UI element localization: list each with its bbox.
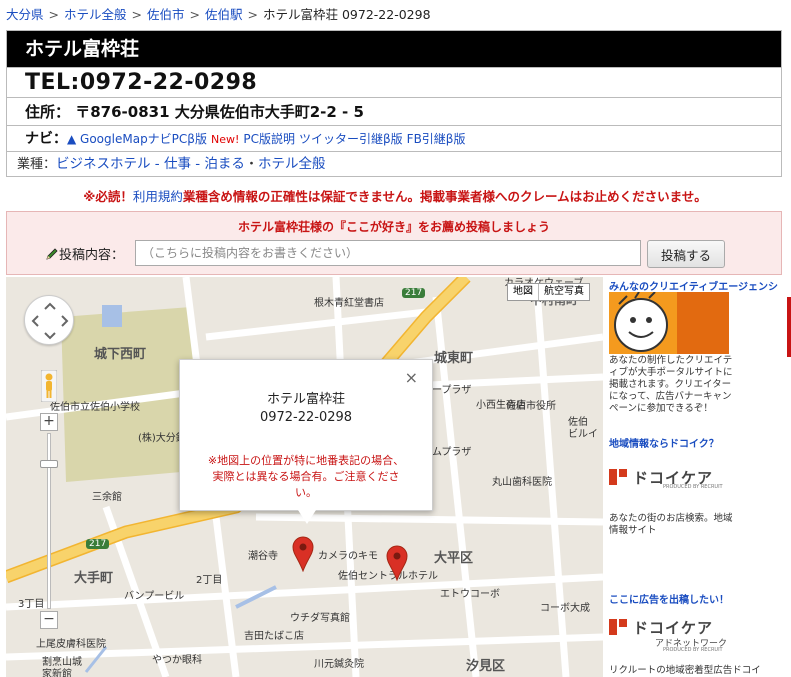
map-label: 2丁目: [196, 575, 223, 586]
post-label: 投稿内容：: [59, 248, 125, 263]
disclaimer-prefix: ※必読！: [83, 189, 133, 204]
map-label: 城東町: [434, 351, 474, 366]
facebook-link[interactable]: FB引継β版: [407, 132, 466, 146]
dokoiku-logo[interactable]: ドコイケア PRODUCED BY RECRUIT: [609, 467, 739, 493]
submit-post-button[interactable]: 投稿する: [647, 240, 725, 268]
street-view-pegman-icon[interactable]: [41, 370, 57, 402]
close-icon[interactable]: ×: [405, 368, 418, 387]
ad-dokoiku-title[interactable]: 地域情報ならドコイク？: [609, 435, 719, 450]
map-label: 川元鍼灸院: [314, 659, 364, 670]
map-label: 城下西町: [94, 347, 147, 362]
zoom-out-button[interactable]: −: [40, 611, 58, 629]
twitter-link[interactable]: ツイッター引継β版: [299, 132, 403, 146]
dokoiku-logo-icon: [609, 619, 627, 635]
pencil-icon: [46, 248, 58, 260]
post-heading: ホテル富枠荘様の『ここが好き』をお薦め投稿しましょう: [237, 220, 550, 234]
navi-row: ナビ：▲ GoogleMapナビPCβ版 New! PC版説明 ツイッター引継β版 FB…: [7, 125, 781, 151]
post-content-input[interactable]: [135, 240, 641, 266]
zoom-in-button[interactable]: +: [40, 413, 58, 431]
category-business-hotel-link[interactable]: ビジネスホテル - 仕事 - 泊まる: [56, 156, 245, 172]
map-label: エトウコーボ: [440, 589, 500, 600]
ad-creative-agency-title[interactable]: みんなのクリエイティブエージェンシ: [609, 278, 778, 293]
address: 住所： 〒876-0831 大分県佐伯市大手町2-2 - 5: [7, 97, 781, 125]
map-type-control: 地図 航空写真: [507, 283, 590, 301]
category-label: 業種：: [17, 157, 57, 172]
breadcrumb-link-hotel[interactable]: ホテル全般: [64, 7, 127, 22]
map-label: 佐伯市立佐伯小学校: [50, 402, 140, 413]
route-shield: 217: [402, 288, 426, 298]
breadcrumb-current: ホテル富枠荘 0972-22-0298: [263, 7, 431, 22]
sidebar-ads: みんなのクリエイティブエージェンシ あなたの制作したクリエイティブが大手ポータル…: [606, 277, 791, 677]
map-label: 三余館: [92, 492, 122, 503]
category-row: 業種：ビジネスホテル - 仕事 - 泊まる・ホテル全般: [7, 151, 781, 176]
map-label: 佐伯市役所: [506, 401, 556, 412]
route-shield: 217: [86, 539, 110, 549]
page-title: ホテル富枠荘: [7, 31, 781, 67]
phone-number: TEL:0972-22-0298: [7, 67, 781, 97]
ad-dokoiku-text: あなたの街のお店検索。地域情報サイト: [609, 513, 733, 536]
map-info-window: × ホテル富枠荘 0972-22-0298 ※地図上の位置が特に地番表記の場合、…: [179, 359, 433, 524]
breadcrumb-link-saiki-city[interactable]: 佐伯市: [147, 7, 185, 22]
map-type-satellite-button[interactable]: 航空写真: [538, 284, 589, 300]
map-label: ウチダ写真館: [290, 613, 350, 624]
map-label: バンプービル: [124, 591, 185, 602]
map-label: カメラのキモ: [318, 551, 378, 562]
zoom-control: + −: [40, 413, 58, 633]
post-form: ホテル富枠荘様の『ここが好き』をお薦め投稿しましょう 投稿内容： 投稿する: [6, 211, 782, 275]
google-map-navi-link[interactable]: ▲ GoogleMapナビPCβ版: [67, 132, 207, 146]
map-pin-icon[interactable]: [292, 536, 314, 572]
category-separator: ・: [244, 157, 258, 172]
creative-agency-banner-image[interactable]: [609, 292, 729, 354]
breadcrumb-separator: >: [48, 7, 59, 22]
map-label: 大平区: [434, 551, 474, 566]
map-label: やつか眼科: [152, 655, 202, 666]
ad-publish-title[interactable]: ここに広告を出稿したい！: [609, 591, 729, 606]
breadcrumb-link-saiki-station[interactable]: 佐伯駅: [205, 7, 243, 22]
pan-arrows-icon: [31, 302, 69, 340]
breadcrumb: 大分県 > ホテル全般 > 佐伯市 > 佐伯駅 > ホテル富枠荘 0972-22-0298: [6, 4, 431, 23]
map-label: 汐見区: [466, 659, 506, 674]
map-label: 丸山歯科医院: [492, 477, 552, 488]
zoom-slider-thumb[interactable]: [40, 460, 58, 468]
dokoiku-adnetwork-logo[interactable]: ドコイケア アドネットワーク PRODUCED BY RECRUIT: [609, 617, 739, 653]
map-label: 上尾皮膚科医院: [36, 639, 106, 650]
map-label: ープラザ: [432, 385, 472, 396]
breadcrumb-separator: >: [131, 7, 142, 22]
map-pin-icon[interactable]: [386, 545, 408, 581]
navi-label: ナビ：: [25, 131, 67, 147]
disclaimer-text: 業種含め情報の正確性は保証できません。掲載事業者様へのクレームはお止めくださいま…: [182, 189, 707, 204]
breadcrumb-separator: >: [247, 7, 258, 22]
ad-creative-agency-text: あなたの制作したクリエイティブが大手ポータルサイトに掲載されます。クリエイターに…: [609, 355, 733, 414]
map-label: 吉田たばこ店: [244, 631, 304, 642]
google-map[interactable]: 城下西町 城東町 大手町 大平区 汐見区 2丁目 3丁目 佐伯市立佐伯小学校 (…: [6, 277, 603, 677]
dokoiku-logo-icon: [609, 469, 627, 485]
map-label: 大手町: [74, 571, 114, 586]
ad-publish-text: リクルートの地域密着型広告ドコイ: [609, 665, 761, 676]
pc-guide-link[interactable]: PC版説明: [243, 132, 295, 146]
dokoiku-logo-sub: PRODUCED BY RECRUIT: [663, 484, 723, 490]
map-type-map-button[interactable]: 地図: [508, 284, 538, 300]
category-all-hotels-link[interactable]: ホテル全般: [258, 156, 326, 172]
map-label: 潮谷寺: [248, 551, 278, 562]
business-header: ホテル富枠荘 TEL:0972-22-0298 住所： 〒876-0831 大分…: [6, 30, 782, 177]
dokoiku-logo-text: ドコイケア: [633, 619, 714, 637]
map-label: 割烹山城 家新館: [42, 657, 82, 677]
map-label: 根木青紅堂書店: [314, 298, 384, 309]
map-label: 佐伯 ビルイ: [568, 417, 598, 440]
new-badge: New!: [210, 133, 240, 146]
info-window-tail: [298, 510, 316, 524]
info-hotel-name: ホテル富枠荘: [266, 392, 345, 407]
post-label-row: 投稿内容：: [45, 244, 124, 263]
breadcrumb-separator: >: [189, 7, 200, 22]
breadcrumb-link-oita[interactable]: 大分県: [6, 7, 44, 22]
dokoiku-logo-sub: PRODUCED BY RECRUIT: [663, 647, 723, 653]
terms-link[interactable]: 利用規約: [133, 189, 183, 204]
map-label: ムプラザ: [432, 447, 472, 458]
disclaimer: ※必読！利用規約業種含め情報の正確性は保証できません。掲載事業者様へのクレームは…: [0, 186, 790, 205]
info-phone: 0972-22-0298: [259, 410, 353, 425]
side-red-tab: [787, 297, 791, 357]
info-note: ※地図上の位置が特に地番表記の場合、実際とは異なる場合有。ご注意ください。: [207, 454, 405, 499]
map-label: コーボ大成: [540, 603, 590, 614]
pan-control[interactable]: [24, 295, 74, 345]
